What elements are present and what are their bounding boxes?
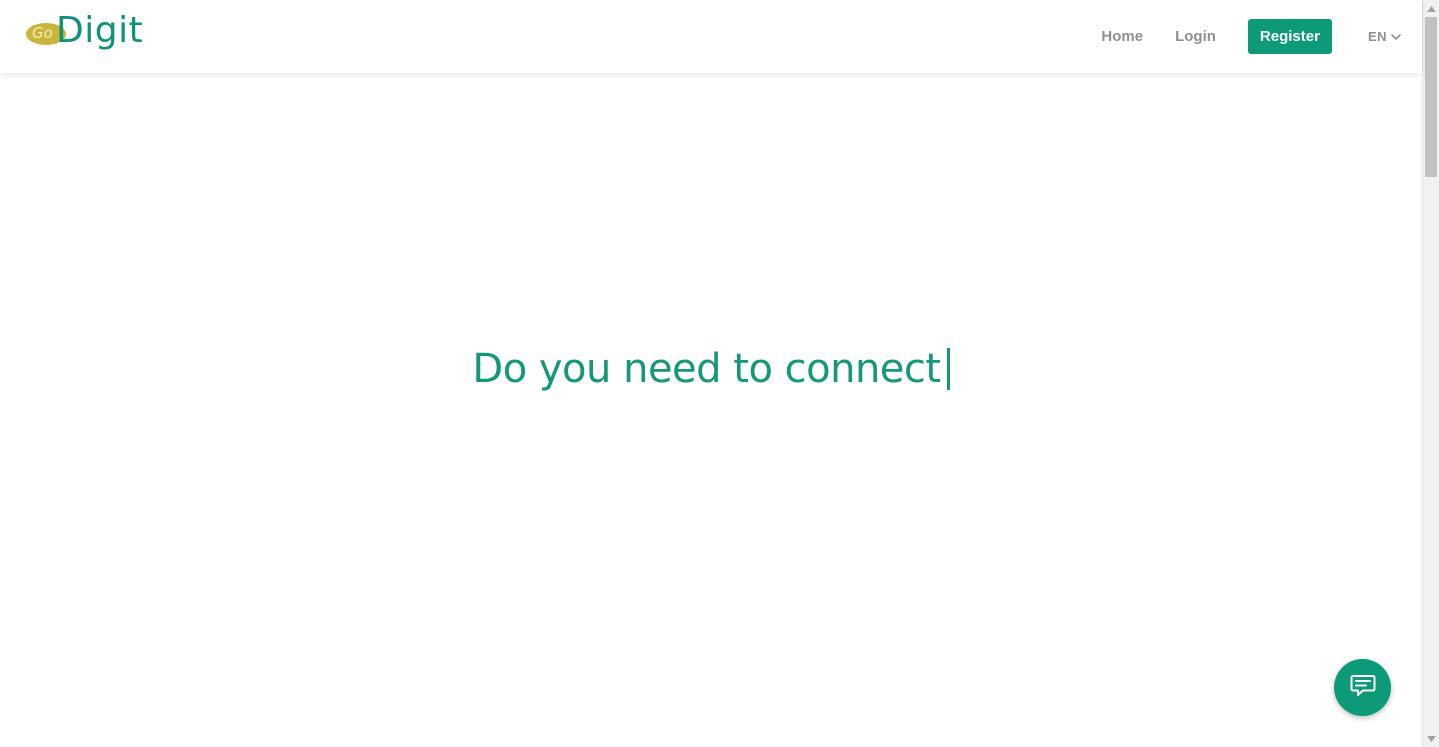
chat-bubble-icon	[1348, 670, 1378, 705]
nav-login-link[interactable]: Login	[1175, 28, 1216, 45]
scroll-up-arrow-icon[interactable]	[1423, 0, 1439, 17]
scroll-down-arrow-icon[interactable]	[1423, 730, 1439, 747]
scrollbar-thumb[interactable]	[1425, 17, 1437, 177]
browser-viewport: Go Digit Home Login Register EN Do you n…	[0, 0, 1439, 747]
vertical-scrollbar[interactable]	[1422, 0, 1439, 747]
register-button[interactable]: Register	[1247, 18, 1332, 54]
page: Go Digit Home Login Register EN Do you n…	[0, 0, 1422, 747]
navbar: Go Digit Home Login Register EN	[0, 0, 1422, 73]
brand-logo[interactable]: Go Digit	[26, 10, 156, 58]
nav-links: Home Login Register EN	[1101, 18, 1422, 54]
typing-cursor	[946, 348, 950, 390]
hero-typing-text: Do you need to connect	[472, 346, 941, 392]
chevron-down-icon	[1390, 30, 1402, 42]
language-label: EN	[1367, 28, 1387, 44]
chat-button[interactable]	[1334, 659, 1391, 716]
logo-digit-text: Digit	[56, 10, 144, 51]
language-selector[interactable]: EN	[1368, 29, 1402, 44]
hero-section: Do you need to connect	[0, 346, 1422, 392]
logo-go-text: Go	[32, 24, 53, 42]
nav-home-link[interactable]: Home	[1101, 28, 1143, 45]
